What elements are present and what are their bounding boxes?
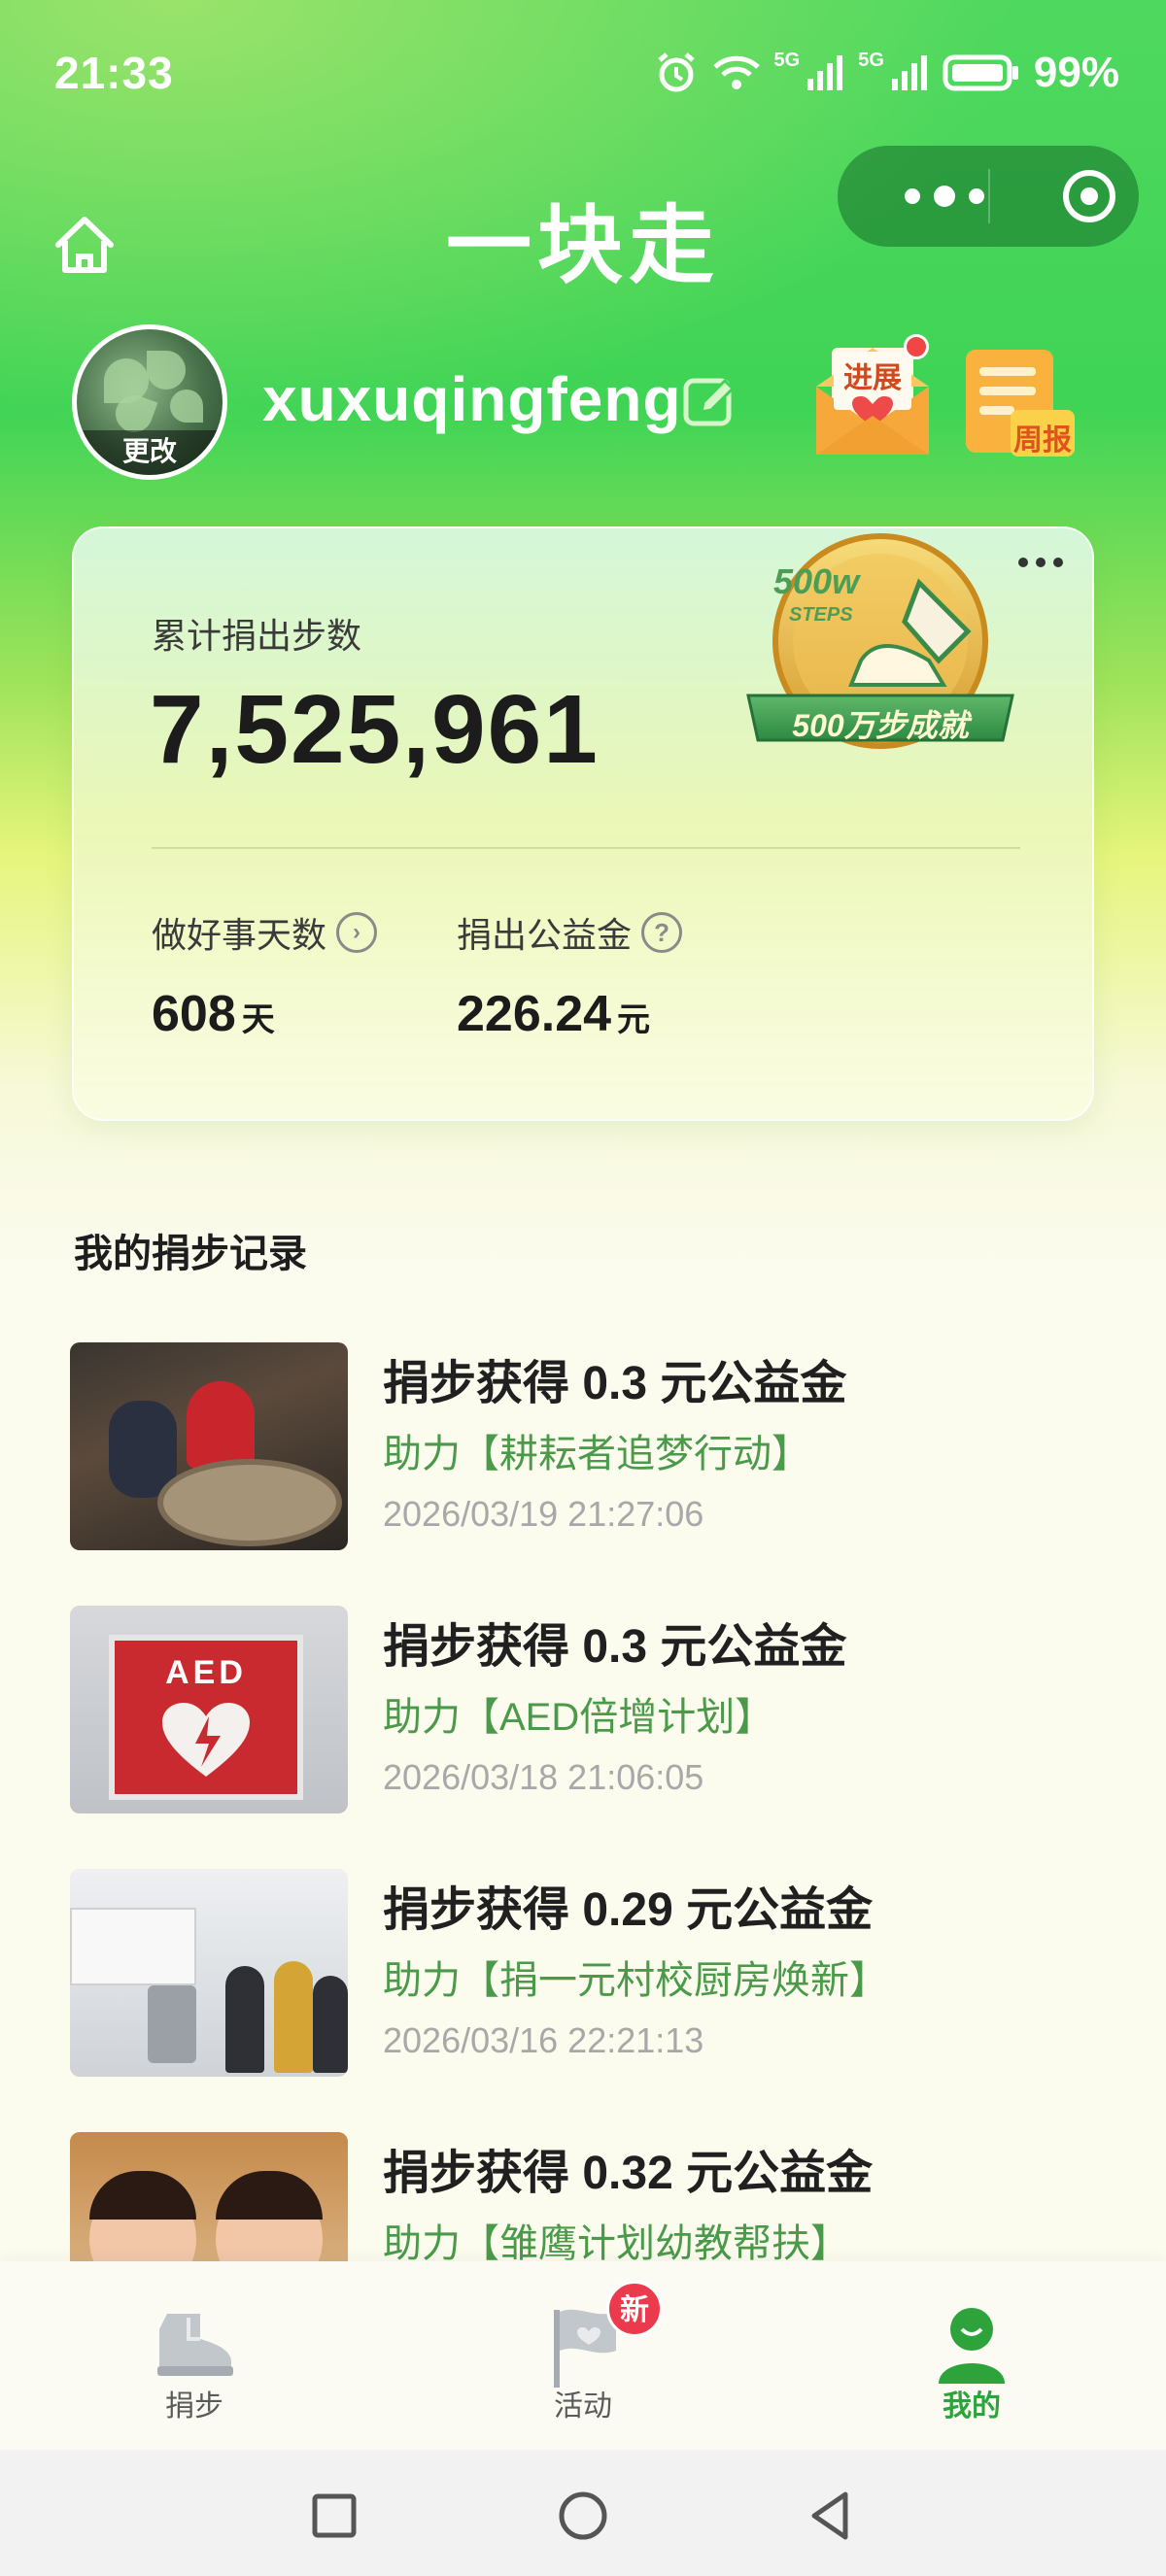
record-project: 助力【AED倍增计划】 [383, 1696, 774, 1739]
battery-icon [943, 54, 1018, 91]
card-divider [152, 847, 1020, 849]
tab-donate-steps[interactable]: 捐步 [97, 2261, 292, 2450]
mini-program-capsule [838, 146, 1139, 247]
record-title: 捐步获得 0.3 元公益金 [383, 1621, 847, 1673]
record-title: 捐步获得 0.3 元公益金 [383, 1358, 847, 1409]
total-steps-label: 累计捐出步数 [152, 616, 362, 656]
signal-icon [807, 55, 843, 90]
badge-top-text: 500w [773, 561, 860, 601]
record-project: 助力【耕耘者追梦行动】 [383, 1433, 810, 1475]
good-days-stat: 做好事天数 › 608 天 [152, 907, 378, 1043]
battery-percent: 99% [1033, 49, 1119, 96]
alarm-icon [657, 52, 695, 92]
aed-sign-text: AED [165, 1654, 247, 1691]
heart-icon [162, 1703, 250, 1777]
chevron-right-icon[interactable]: › [336, 912, 378, 953]
good-days-label: 做好事天数 [152, 915, 327, 955]
total-steps-value: 7,525,961 [150, 675, 600, 784]
recent-apps-icon[interactable] [305, 2487, 363, 2545]
avatar-change-label[interactable]: 更改 [77, 430, 223, 475]
progress-label: 进展 [843, 362, 902, 394]
avatar[interactable]: 更改 [72, 324, 227, 480]
tab-label: 捐步 [165, 2390, 223, 2423]
good-days-unit: 天 [241, 1001, 275, 1038]
record-project: 助力【捐一元村校厨房焕新】 [383, 1959, 888, 2002]
record-time: 2026/03/18 21:06:05 [383, 1757, 704, 1797]
badge-sub-text: STEPS [789, 604, 853, 626]
records-section-title: 我的捐步记录 [74, 1233, 307, 1275]
signal-icon [891, 55, 927, 90]
project-thumbnail: AED [70, 1606, 348, 1813]
target-circle-icon[interactable] [1063, 170, 1115, 222]
status-bar: 21:33 5G 5G 99% [0, 0, 1166, 146]
status-time: 21:33 [54, 48, 174, 98]
project-thumbnail [70, 1869, 348, 2077]
list-item[interactable]: 捐步获得 0.29 元公益金 助力【捐一元村校厨房焕新】 2026/03/16 … [70, 1869, 1100, 2079]
list-item[interactable]: AED 捐步获得 0.3 元公益金 助力【AED倍增计划】 2026/03/18… [70, 1606, 1100, 1815]
record-project: 助力【雏鹰计划幼教帮扶】 [383, 2222, 849, 2265]
capsule-divider [988, 169, 990, 223]
tab-mine[interactable]: 我的 [874, 2261, 1069, 2450]
tab-label: 我的 [943, 2390, 1001, 2423]
edit-icon[interactable] [680, 373, 738, 431]
network-type-2: 5G [858, 50, 884, 71]
record-title: 捐步获得 0.32 元公益金 [383, 2148, 874, 2199]
project-thumbnail [70, 1342, 348, 1550]
progress-button[interactable]: 进展 [812, 334, 933, 462]
fund-value: 226.24 [457, 986, 612, 1042]
wifi-icon [712, 55, 760, 89]
network-type-1: 5G [773, 50, 801, 71]
weekly-label: 周报 [1013, 424, 1072, 457]
weekly-report-button[interactable]: 周报 [962, 346, 1077, 460]
help-icon[interactable]: ? [641, 912, 683, 953]
record-title: 捐步获得 0.29 元公益金 [383, 1884, 874, 1936]
record-time: 2026/03/16 22:21:13 [383, 2020, 704, 2060]
achievement-badge[interactable]: 500w STEPS 500万步成就 [735, 515, 1026, 787]
system-nav-bar [0, 2450, 1166, 2576]
record-time: 2026/03/19 21:27:06 [383, 1494, 704, 1534]
username: xuxuqingfeng [262, 364, 682, 434]
good-days-value: 608 [152, 986, 236, 1042]
tab-label: 活动 [554, 2390, 612, 2423]
bottom-tab-bar: 捐步 新 活动 我的 [0, 2261, 1166, 2450]
fund-unit: 元 [617, 1001, 651, 1038]
more-dots-icon[interactable] [876, 175, 1012, 218]
home-nav-icon[interactable] [554, 2487, 612, 2545]
back-icon[interactable] [803, 2487, 861, 2545]
list-item[interactable]: 捐步获得 0.3 元公益金 助力【耕耘者追梦行动】 2026/03/19 21:… [70, 1342, 1100, 1552]
new-badge: 新 [606, 2281, 663, 2337]
person-icon [939, 2308, 1005, 2384]
badge-caption: 500万步成就 [792, 708, 969, 743]
notification-dot [904, 334, 929, 359]
status-icons: 5G 5G 99% [654, 49, 1119, 97]
fund-stat: 捐出公益金 ? 226.24 元 [457, 907, 683, 1043]
medal-icon [746, 533, 1014, 749]
tab-activity[interactable]: 新 活动 [486, 2261, 680, 2450]
shoe-icon [157, 2314, 233, 2376]
summary-card: 累计捐出步数 7,525,961 500w STEPS 500万步成就 做好事天… [72, 526, 1094, 1121]
fund-label: 捐出公益金 [457, 915, 633, 955]
